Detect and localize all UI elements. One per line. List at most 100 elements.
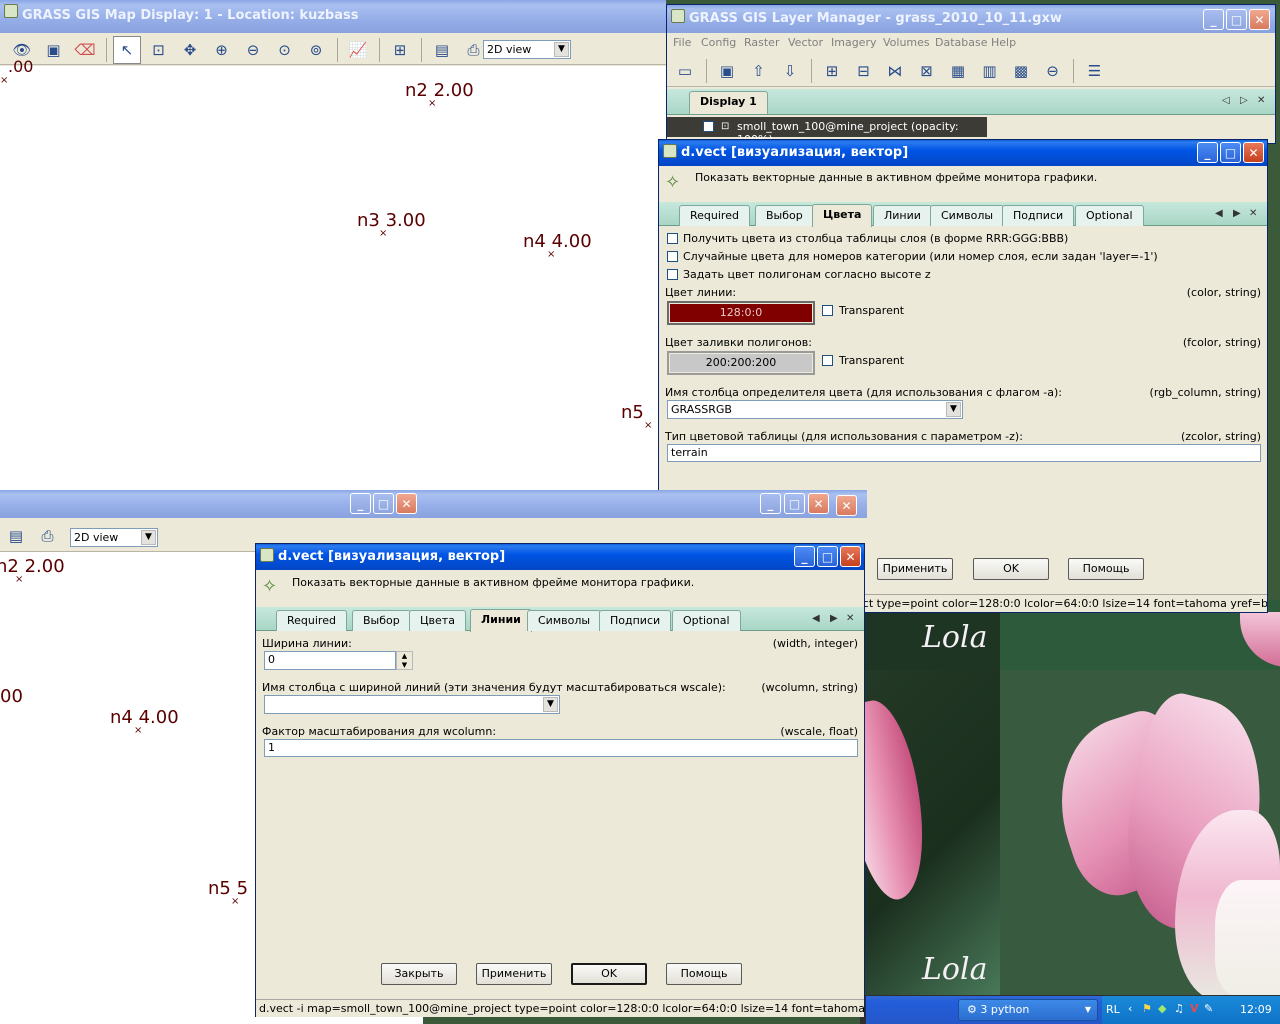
maximize-button[interactable]: □: [1220, 142, 1241, 163]
close-dialog-button[interactable]: Закрыть: [381, 963, 457, 985]
menu-database[interactable]: Database: [935, 36, 988, 49]
analyze-icon[interactable]: 📈: [344, 36, 372, 64]
render-map-icon[interactable]: ▣: [40, 36, 68, 64]
overlay-icon[interactable]: ⊞: [386, 36, 414, 64]
line-color-button[interactable]: 128:0:0: [667, 301, 815, 325]
tray-volume-icon[interactable]: ♫: [1174, 1002, 1184, 1015]
tray-arrow-icon[interactable]: ‹: [1128, 1002, 1132, 1015]
add-group-icon[interactable]: ▥: [976, 57, 1004, 85]
tab-labels[interactable]: Подписи: [1002, 205, 1075, 226]
tab-required[interactable]: Required: [276, 610, 347, 631]
zoom-in-icon[interactable]: ⊕: [208, 36, 236, 64]
view-mode-select[interactable]: 2D view ▼: [70, 528, 158, 547]
query-icon[interactable]: ⊡: [145, 36, 173, 64]
tab-symbols[interactable]: Символы: [930, 205, 1005, 226]
add-image-icon[interactable]: ▦: [944, 57, 972, 85]
apply-button[interactable]: Применить: [877, 558, 953, 580]
apply-button[interactable]: Применить: [476, 963, 552, 985]
maximize-button[interactable]: □: [373, 493, 394, 514]
pointer-icon[interactable]: ↖: [113, 36, 141, 64]
tab-scroll-left-icon[interactable]: ◀: [812, 613, 820, 624]
close-button[interactable]: ✕: [1249, 9, 1270, 30]
menu-volumes[interactable]: Volumes: [883, 36, 930, 49]
tab-scroll-left-icon[interactable]: ◁: [1222, 95, 1230, 106]
tray-app-icon[interactable]: ⚑: [1142, 1002, 1152, 1015]
z-color-checkbox[interactable]: [667, 269, 678, 280]
minimize-button[interactable]: _: [350, 493, 371, 514]
add-raster-misc-icon[interactable]: ⊟: [850, 57, 878, 85]
zcolor-input[interactable]: terrain: [667, 444, 1261, 462]
tab-scroll-left-icon[interactable]: ◀: [1215, 208, 1223, 219]
layer-tree-row[interactable]: ⊡ smoll_town_100@mine_project (opacity: …: [667, 117, 987, 146]
save-image-icon[interactable]: ▤: [428, 36, 456, 64]
add-vector-misc-icon[interactable]: ⊠: [913, 57, 941, 85]
menu-config[interactable]: Config: [701, 36, 736, 49]
import-icon[interactable]: ⇧: [745, 57, 773, 85]
zoom-out-icon[interactable]: ⊖: [239, 36, 267, 64]
dvect-colors-titlebar[interactable]: d.vect [визуализация, вектор] _ □ ✕: [659, 140, 1267, 166]
tab-close-icon[interactable]: ✕: [846, 613, 854, 624]
add-vector-icon[interactable]: ⋈: [881, 57, 909, 85]
width-input[interactable]: 0: [264, 651, 396, 670]
menu-vector[interactable]: Vector: [788, 36, 823, 49]
tab-labels[interactable]: Подписи: [599, 610, 672, 631]
layer-manager-titlebar[interactable]: GRASS GIS Layer Manager - grass_2010_10_…: [667, 5, 1275, 33]
zoom-back-icon[interactable]: ⊙: [271, 36, 299, 64]
add-overlay-icon[interactable]: ▩: [1007, 57, 1035, 85]
new-display-icon[interactable]: ▭: [671, 57, 699, 85]
tab-symbols[interactable]: Символы: [527, 610, 602, 631]
tab-colors[interactable]: Цвета: [812, 204, 873, 227]
maximize-button[interactable]: □: [784, 493, 805, 514]
tray-update-icon[interactable]: ✎: [1204, 1002, 1213, 1015]
pan-icon[interactable]: ✥: [176, 36, 204, 64]
delete-layer-icon[interactable]: ⊖: [1039, 57, 1067, 85]
tab-close-icon[interactable]: ✕: [1249, 208, 1257, 219]
wscale-input[interactable]: 1: [264, 739, 858, 757]
tab-lines[interactable]: Линии: [470, 609, 532, 632]
map-canvas[interactable]: .00 × n2 2.00 × n3 3.00 × n4 4.00 × n5 ×: [0, 57, 666, 490]
map-display-titlebar[interactable]: GRASS GIS Map Display: 1 - Location: kuz…: [0, 0, 666, 33]
menu-imagery[interactable]: Imagery: [831, 36, 876, 49]
help-button[interactable]: Помощь: [666, 963, 742, 985]
tab-optional[interactable]: Optional: [1075, 205, 1144, 226]
tab-display-1[interactable]: Display 1: [689, 91, 768, 114]
random-colors-checkbox[interactable]: [667, 251, 678, 262]
rgb-column-select[interactable]: GRASSRGB ▼: [667, 400, 963, 419]
close-button[interactable]: ✕: [840, 546, 861, 567]
line-transparent-checkbox[interactable]: [822, 305, 833, 316]
menu-help[interactable]: Help: [991, 36, 1016, 49]
ok-button[interactable]: OK: [571, 963, 647, 985]
minimize-button[interactable]: _: [1197, 142, 1218, 163]
view-mode-select[interactable]: 2D view ▼: [483, 40, 571, 59]
erase-icon[interactable]: ⌫: [71, 36, 99, 64]
tab-select[interactable]: Выбор: [352, 610, 411, 631]
tab-close-icon[interactable]: ✕: [1257, 95, 1265, 106]
tab-required[interactable]: Required: [679, 205, 750, 226]
minimize-button[interactable]: _: [794, 546, 815, 567]
export-icon[interactable]: ⇩: [776, 57, 804, 85]
attribute-table-icon[interactable]: ☰: [1081, 57, 1109, 85]
tab-scroll-right-icon[interactable]: ▶: [830, 613, 838, 624]
tab-select[interactable]: Выбор: [755, 205, 814, 226]
layer-visible-checkbox[interactable]: [703, 121, 714, 132]
width-stepper[interactable]: ▲ ▼: [396, 651, 413, 670]
tab-optional[interactable]: Optional: [672, 610, 741, 631]
help-button[interactable]: Помощь: [1068, 558, 1144, 580]
menu-raster[interactable]: Raster: [744, 36, 779, 49]
tab-scroll-right-icon[interactable]: ▶: [1233, 208, 1241, 219]
background-window-titlebar[interactable]: _ □ ✕ ✕: [423, 490, 867, 518]
close-button[interactable]: ✕: [836, 495, 857, 516]
close-button[interactable]: ✕: [1243, 142, 1264, 163]
map-display-2-titlebar[interactable]: _ □ ✕: [0, 490, 423, 518]
save-image-icon[interactable]: ▤: [2, 522, 30, 550]
wcolumn-select[interactable]: ▼: [264, 695, 560, 714]
rgb-column-flag-checkbox[interactable]: [667, 233, 678, 244]
fill-transparent-checkbox[interactable]: [822, 355, 833, 366]
fill-color-button[interactable]: 200:200:200: [667, 351, 815, 375]
tab-scroll-right-icon[interactable]: ▷: [1240, 95, 1248, 106]
zoom-menu-icon[interactable]: ⊚: [302, 36, 330, 64]
ok-button[interactable]: OK: [973, 558, 1049, 580]
tray-antivirus-icon[interactable]: V: [1190, 1002, 1199, 1015]
maximize-button[interactable]: □: [1226, 9, 1247, 30]
tray-network-icon[interactable]: ◆: [1158, 1002, 1166, 1015]
